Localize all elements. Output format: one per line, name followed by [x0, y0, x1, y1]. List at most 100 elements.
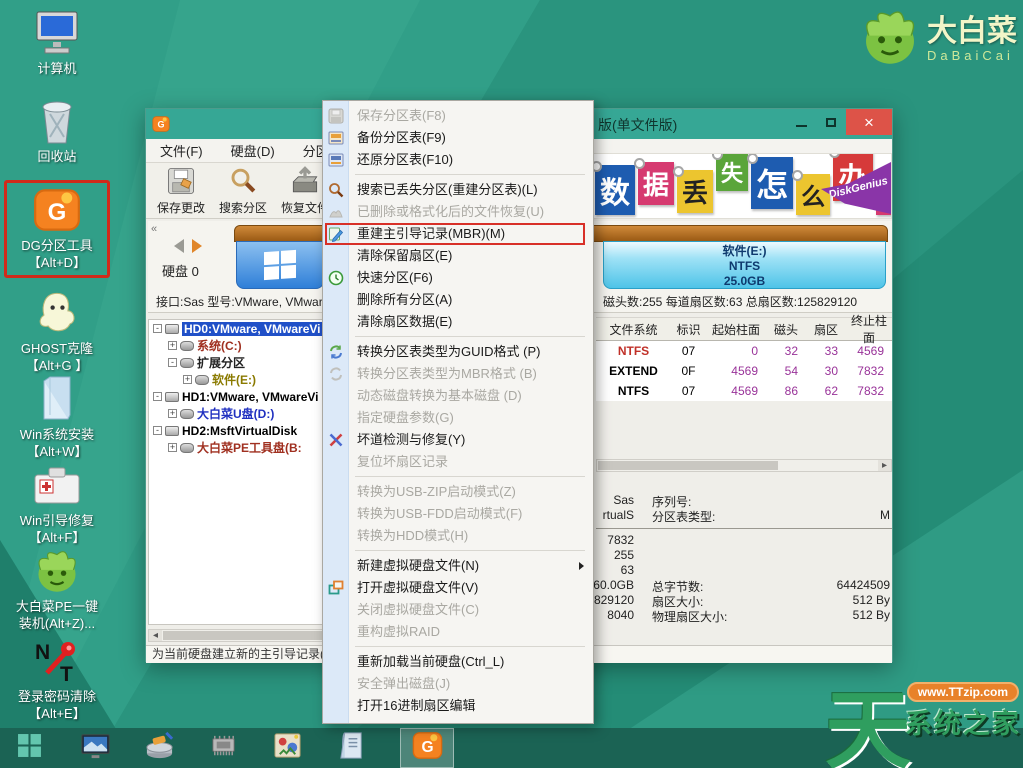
menu-item-label: 删除所有分区(A) [357, 292, 452, 307]
menu-item-label: 清除扇区数据(E) [357, 314, 452, 329]
maximize-button[interactable] [816, 109, 846, 135]
menu-item[interactable]: 快速分区(F6) [323, 267, 593, 289]
next-disk-arrow-icon[interactable] [192, 239, 202, 253]
menu-item[interactable]: 转换为USB-ZIP启动模式(Z) [323, 481, 593, 503]
menu-item-label: 复位坏扇区记录 [357, 454, 448, 469]
tree-expand-icon[interactable]: - [153, 324, 162, 333]
desktop: 计算机回收站 GDG分区工具【Alt+D】GHOST克隆【Alt+G 】Win系统… [0, 0, 1023, 768]
taskbar-item-notepad[interactable] [324, 728, 378, 768]
menu-item[interactable]: 清除保留扇区(E) [323, 245, 593, 267]
minimize-button[interactable] [786, 109, 816, 135]
detail-left-value: 255 [596, 548, 634, 562]
menu-item[interactable]: 重新加载当前硬盘(Ctrl_L) [323, 651, 593, 673]
menu-item[interactable]: 复位坏扇区记录 [323, 451, 593, 473]
table-cell: 0F [671, 364, 706, 378]
tree-item[interactable]: -扩展分区 [149, 354, 335, 371]
start-button[interactable] [0, 728, 58, 768]
table-row[interactable]: EXTEND0F456954307832 [596, 361, 892, 381]
menu-item[interactable]: 搜索已丢失分区(重建分区表)(L) [323, 179, 593, 201]
menu-item[interactable]: 重构虚拟RAID [323, 621, 593, 643]
table-cell: NTFS [596, 344, 671, 358]
desktop-icon-ghost-clone[interactable]: GHOST克隆【Alt+G 】 [6, 286, 108, 374]
menu-item-label: 坏道检测与修复(Y) [357, 432, 465, 447]
tree-expand-icon[interactable]: - [153, 426, 162, 435]
firstaid-icon [6, 458, 108, 512]
menu-item[interactable]: 安全弹出磁盘(J) [323, 673, 593, 695]
toolbar-button-save[interactable]: 保存更改 [150, 163, 212, 218]
tree-item[interactable]: +系统(C:) [149, 337, 335, 354]
tree-item[interactable]: +大白菜PE工具盘(B: [149, 439, 335, 456]
desktop-icon-win-system-install[interactable]: Win系统安装【Alt+W】 [6, 372, 108, 460]
menu-item[interactable]: 新建虚拟硬盘文件(N) [323, 555, 593, 577]
tree-expand-icon[interactable]: + [168, 409, 177, 418]
tree-expand-icon[interactable]: + [168, 341, 177, 350]
desktop-icon-computer[interactable]: 计算机 [6, 6, 108, 77]
disk-icon [165, 426, 179, 436]
tree-item[interactable]: +大白菜U盘(D:) [149, 405, 335, 422]
table-hscrollbar[interactable]: ▸ [596, 459, 892, 472]
taskbar-item-disk-cleaner[interactable] [132, 728, 186, 768]
menu-item[interactable]: 保存分区表(F8) [323, 105, 593, 127]
desktop-icon-dabaicai-pe-install[interactable]: 大白菜PE一键装机(Alt+Z)... [6, 544, 108, 632]
menu-item[interactable]: 已删除或格式化后的文件恢复(U) [323, 201, 593, 223]
menu-item[interactable]: 指定硬盘参数(G) [323, 407, 593, 429]
tree-item[interactable]: +软件(E:) [149, 371, 335, 388]
taskbar-item-desktop-preview[interactable] [68, 728, 122, 768]
menu-item[interactable]: 转换为USB-FDD启动模式(F) [323, 503, 593, 525]
menu-item-label: 转换分区表类型为MBR格式 (B) [357, 366, 537, 381]
toolbar-button-search[interactable]: 搜索分区 [212, 163, 274, 218]
ghost-icon [6, 286, 108, 340]
convert-icon [328, 344, 344, 360]
table-cell: 7832 [846, 364, 892, 378]
menubar-item-0[interactable]: 文件(F) [160, 141, 203, 160]
menu-item[interactable]: 关闭虚拟硬盘文件(C) [323, 599, 593, 621]
table-cell: NTFS [596, 384, 671, 398]
tree-item[interactable]: -HD1:VMware, VMwareVi [149, 388, 335, 405]
desktop-icon-win-boot-repair[interactable]: Win引导修复【Alt+F】 [6, 458, 108, 546]
menu-item-rebuild-mbr[interactable]: 重建主引导记录(MBR)(M) [325, 223, 585, 245]
notepad-icon [336, 730, 367, 766]
menu-item[interactable]: 动态磁盘转换为基本磁盘 (D) [323, 385, 593, 407]
menu-item[interactable]: 转换分区表类型为GUID格式 (P) [323, 341, 593, 363]
desktop-icon-dg-partition-tool[interactable]: GDG分区工具【Alt+D】 [4, 180, 110, 278]
detail-value: 512 By [853, 593, 890, 607]
table-row[interactable]: NTFS07032334569 [596, 341, 892, 361]
menu-item-label: 清除保留扇区(E) [357, 248, 452, 263]
desktop-icon-login-password-clear[interactable]: NT登录密码清除【Alt+E】 [6, 634, 108, 722]
tree-expand-icon[interactable]: + [168, 443, 177, 452]
menu-item[interactable]: 清除扇区数据(E) [323, 311, 593, 333]
menu-item-label: 备份分区表(F9) [357, 130, 446, 145]
collapse-panel-icon[interactable]: « [151, 223, 157, 235]
menu-item[interactable]: 还原分区表(F10) [323, 149, 593, 171]
backup-icon [328, 130, 344, 146]
menu-item[interactable]: 转换分区表类型为MBR格式 (B) [323, 363, 593, 385]
detail-left-value: 63 [596, 563, 634, 577]
scroll-right-arrow-icon[interactable]: ▸ [878, 460, 891, 471]
menu-item[interactable]: 备份分区表(F9) [323, 127, 593, 149]
menu-item[interactable]: 转换为HDD模式(H) [323, 525, 593, 547]
taskbar-item-memory-chip[interactable] [196, 728, 250, 768]
partition-bar-software[interactable]: 软件(E:) NTFS 25.0GB [603, 241, 886, 289]
scroll-left-arrow-icon[interactable]: ◂ [149, 630, 162, 641]
menu-item[interactable]: 坏道检测与修复(Y) [323, 429, 593, 451]
menu-item[interactable]: 打开16进制扇区编辑 [323, 695, 593, 717]
prev-disk-arrow-icon[interactable] [174, 239, 184, 253]
table-row[interactable]: NTFS07456986627832 [596, 381, 892, 401]
tree-expand-icon[interactable]: + [183, 375, 192, 384]
tree-item[interactable]: -HD2:MsftVirtualDisk [149, 422, 335, 439]
taskbar-item-diskgenius[interactable]: G [400, 728, 454, 768]
menubar-item-1[interactable]: 硬盘(D) [231, 141, 275, 160]
menu-item[interactable]: 打开虚拟硬盘文件(V) [323, 577, 593, 599]
taskbar-item-media-tool[interactable] [260, 728, 314, 768]
close-button[interactable]: × [846, 109, 892, 135]
tree-expand-icon[interactable]: - [168, 358, 177, 367]
tree-item[interactable]: -HD0:VMware, VMwareVi [149, 320, 335, 337]
menu-item-label: 转换为USB-FDD启动模式(F) [357, 506, 522, 521]
tree-expand-icon[interactable]: - [153, 392, 162, 401]
disk-geometry-info: 磁头数:255 每道扇区数:63 总扇区数:125829120 [603, 293, 857, 310]
menu-item[interactable]: 删除所有分区(A) [323, 289, 593, 311]
partition-bar-system[interactable] [236, 241, 324, 289]
banner-tile: 怎 [751, 157, 793, 209]
detail-value: M [880, 508, 890, 522]
desktop-icon-recycle-bin[interactable]: 回收站 [6, 94, 108, 165]
